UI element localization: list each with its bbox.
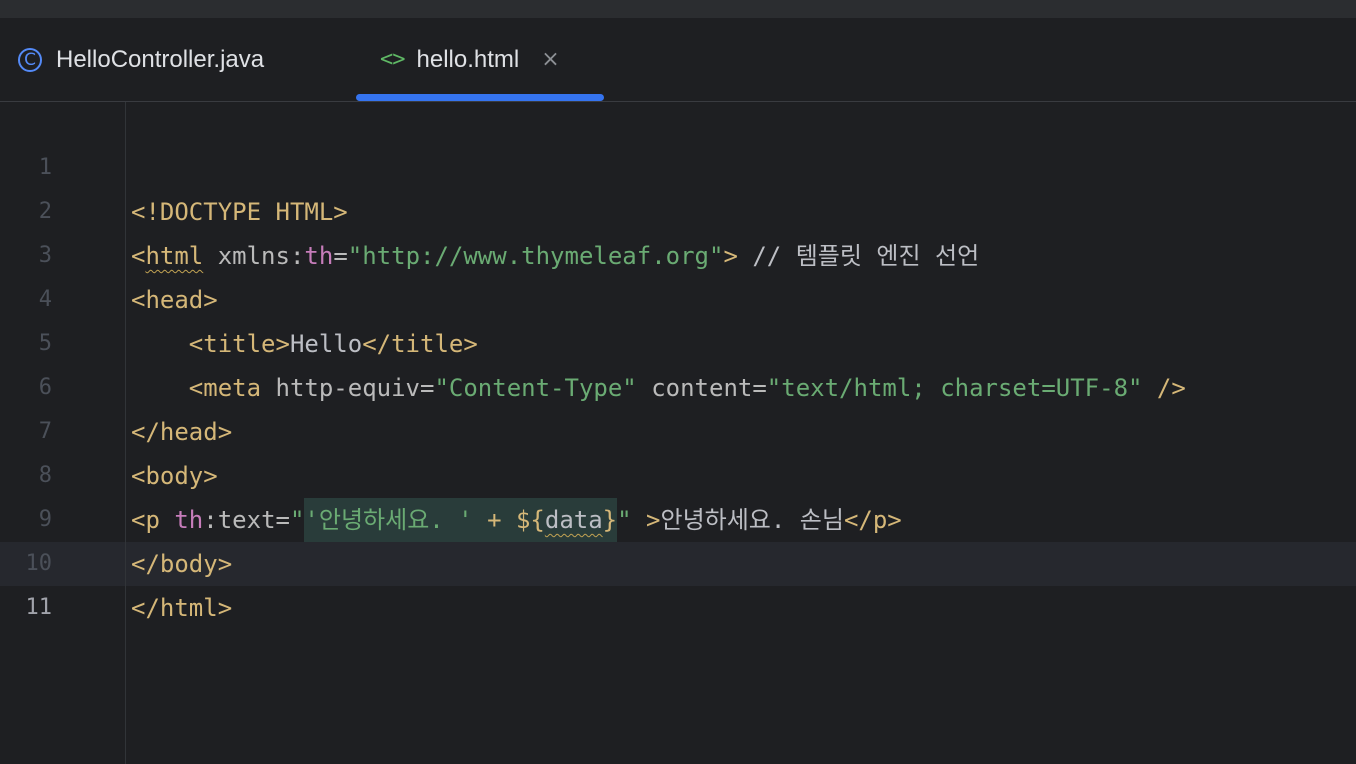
- code-line: 2 <html xmlns:th="http://www.thymeleaf.o…: [0, 146, 1356, 270]
- tag-html-close: </html>: [131, 594, 233, 622]
- tab-label: HelloController.java: [56, 45, 265, 73]
- class-c-icon: C: [18, 47, 42, 72]
- tab-hello-controller-java[interactable]: C HelloController.java: [18, 18, 264, 101]
- editor-tab-bar: C HelloController.java <> hello.html ×: [0, 18, 1356, 102]
- line-number: 11: [25, 595, 53, 620]
- window-top-strip: [0, 0, 1356, 18]
- code-line: 6 </head>: [0, 322, 1356, 446]
- tab-label: hello.html: [416, 45, 520, 73]
- code-line: 7 <body>: [0, 366, 1356, 490]
- code-line-current: 11: [0, 542, 1356, 620]
- code-line: 10 </html>: [0, 498, 1356, 622]
- tab-hello-html[interactable]: <> hello.html ×: [356, 18, 604, 101]
- code-text: </html>: [131, 586, 232, 630]
- code-line: 3 <head>: [0, 190, 1356, 314]
- close-icon[interactable]: ×: [541, 47, 559, 72]
- active-tab-indicator: [356, 94, 604, 101]
- code-line: 4 <title>Hello</title>: [0, 234, 1356, 358]
- code-line: 8 <p th:text="'안녕하세요. ' + ${data}" >안녕하세…: [0, 410, 1356, 542]
- code-line: 5 <meta http-equiv="Content-Type" conten…: [0, 278, 1356, 402]
- code-editor[interactable]: 1 <!DOCTYPE HTML> 2 <html xmlns:th="http…: [0, 102, 1356, 764]
- html-code-icon: <>: [380, 47, 405, 72]
- code-line: 1 <!DOCTYPE HTML>: [0, 102, 1356, 226]
- code-line: 9 </body>: [0, 454, 1356, 578]
